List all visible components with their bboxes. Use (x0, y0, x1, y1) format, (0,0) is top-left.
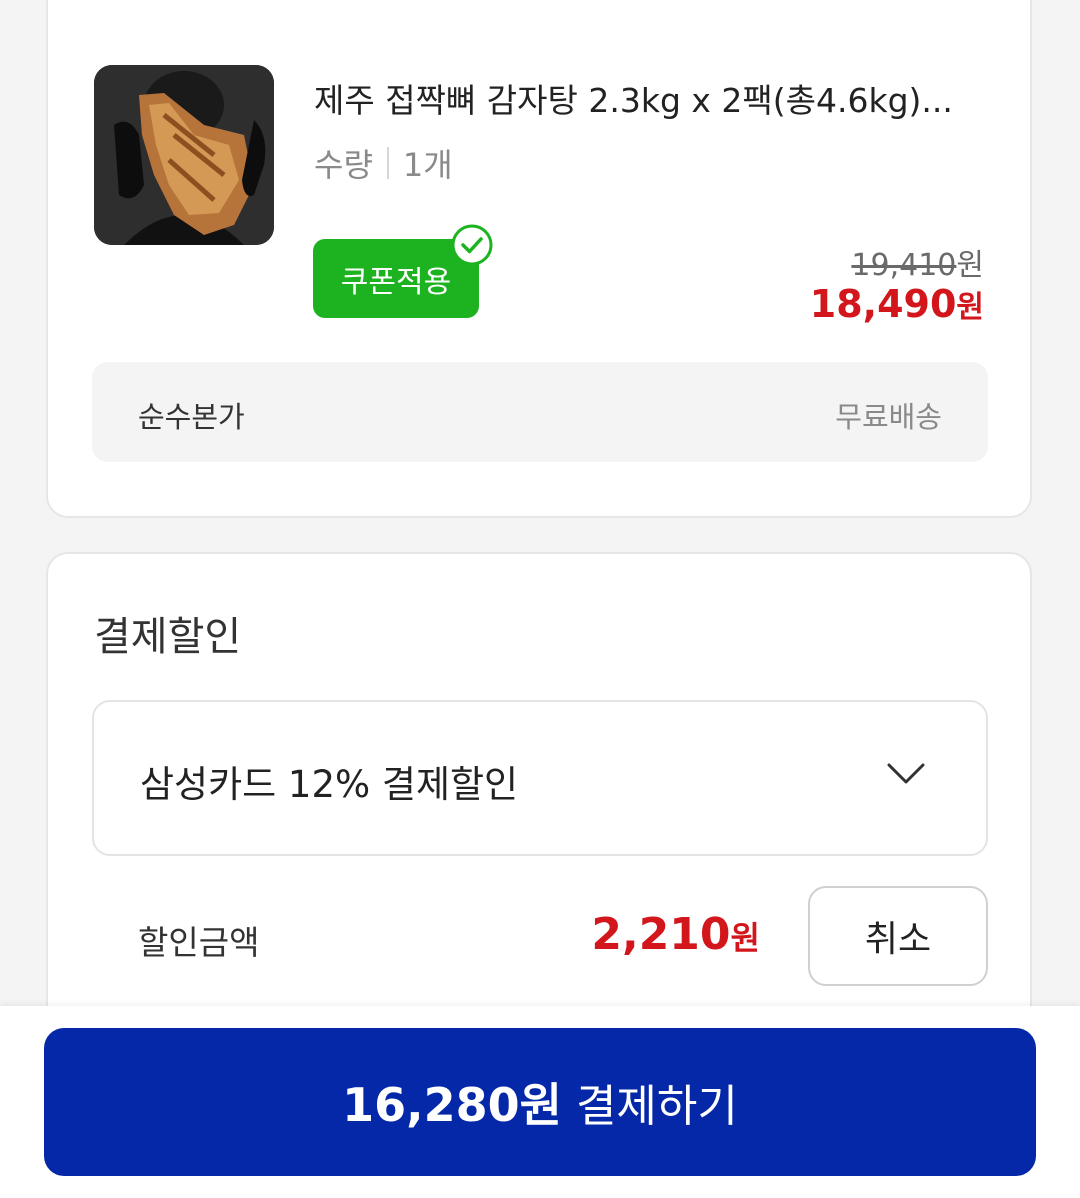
discount-amount-label: 할인금액 (138, 923, 260, 962)
product-title[interactable]: 제주 접짝뼈 감자탕 2.3kg x 2팩(총4.6kg)... (314, 74, 994, 122)
discount-select[interactable]: 삼성카드 12% 결제할인 (92, 700, 988, 856)
shipping-label: 무료배송 (835, 400, 942, 434)
discount-amount-value: 2,210 (591, 909, 731, 960)
discount-select-value: 삼성카드 12% 결제할인 (140, 763, 519, 806)
pay-button[interactable]: 16,280원 결제하기 (44, 1028, 1036, 1176)
quantity-value: 1개 (402, 146, 453, 184)
coupon-label: 쿠폰적용 (340, 264, 452, 300)
quantity-divider (386, 147, 389, 179)
section-title: 결제할인 (94, 614, 242, 660)
discount-amount: 2,210원 (591, 909, 760, 960)
original-price-unit: 원 (956, 248, 984, 283)
sale-price-unit: 원 (956, 290, 984, 325)
check-circle-icon (451, 224, 493, 266)
product-image (94, 65, 274, 245)
sale-price-value: 18,490 (809, 282, 957, 326)
original-price-value: 19,410 (851, 248, 957, 283)
product-thumbnail[interactable] (94, 65, 274, 245)
cancel-button[interactable]: 취소 (808, 886, 988, 986)
chevron-down-icon (887, 763, 925, 784)
shipping-info-box: 순수본가 무료배송 (92, 362, 988, 462)
price-type-label: 순수본가 (138, 400, 245, 434)
original-price: 19,410원 (851, 240, 984, 284)
quantity-label: 수량 (314, 146, 373, 184)
quantity-info: 수량 1개 (314, 140, 453, 186)
product-card: 제주 접짝뼈 감자탕 2.3kg x 2팩(총4.6kg)... 수량 1개 쿠… (46, 0, 1032, 518)
discount-amount-unit: 원 (730, 919, 760, 957)
sale-price: 18,490원 (810, 282, 984, 326)
pay-label: 결제하기 (575, 1081, 738, 1132)
pay-amount: 16,280원 (342, 1078, 562, 1132)
bottom-checkout-bar: 16,280원 결제하기 (0, 1006, 1080, 1198)
